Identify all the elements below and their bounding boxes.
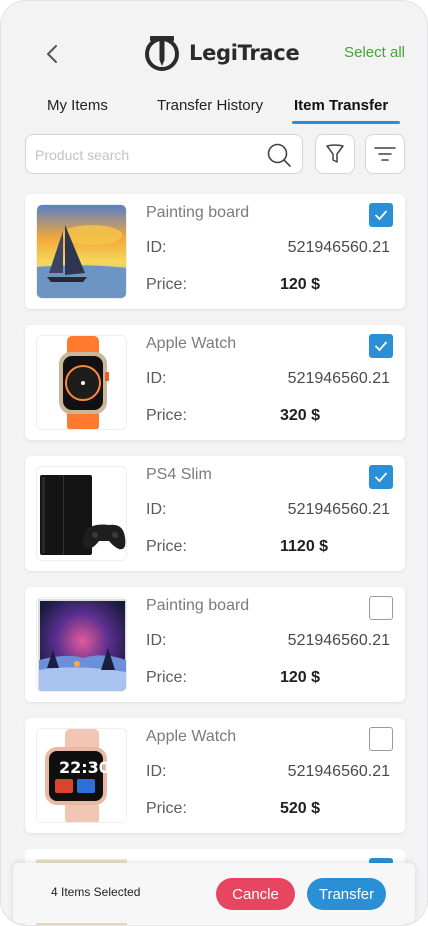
selected-count: 4 Items Selected (51, 885, 141, 899)
transfer-button[interactable]: Transfer (307, 878, 386, 910)
filter-funnel-icon (326, 144, 344, 163)
filter-button[interactable] (315, 134, 355, 174)
item-price: 520 $ (280, 800, 321, 817)
checkmark-icon (374, 341, 388, 352)
item-card[interactable]: Painting board ID: 521946560.21 Price: 1… (25, 194, 405, 309)
tab-bar: My Items Transfer History Item Transfer (1, 97, 427, 125)
item-id: 521946560.21 (287, 370, 390, 387)
selection-bar: 4 Items Selected Cancle Transfer (13, 863, 415, 923)
item-name: PS4 Slim (146, 466, 212, 483)
price-label: Price: (146, 669, 187, 686)
header: LegiTrace Select all (1, 1, 427, 91)
back-button[interactable] (39, 39, 65, 69)
price-label: Price: (146, 800, 187, 817)
item-card[interactable]: Painting board ID: 521946560.21 Price: 1… (25, 587, 405, 702)
item-checkbox[interactable] (369, 334, 393, 358)
item-image-sailboat-painting (36, 204, 127, 299)
search-icon[interactable] (266, 142, 292, 168)
item-name: Apple Watch (146, 335, 237, 352)
item-id: 521946560.21 (287, 763, 390, 780)
item-price: 320 $ (280, 407, 321, 424)
id-label: ID: (146, 239, 167, 256)
search-input[interactable] (35, 144, 255, 166)
price-label: Price: (146, 407, 187, 424)
item-id: 521946560.21 (287, 239, 390, 256)
item-name: Painting board (146, 204, 250, 221)
brand-name: LegiTrace (189, 41, 300, 65)
price-label: Price: (146, 276, 187, 293)
tab-transfer-history[interactable]: Transfer History (157, 97, 263, 114)
brand-logo: LegiTrace (142, 32, 300, 74)
id-label: ID: (146, 763, 167, 780)
tab-item-transfer[interactable]: Item Transfer (294, 97, 388, 114)
tab-my-items[interactable]: My Items (47, 97, 108, 114)
item-checkbox[interactable] (369, 727, 393, 751)
item-card[interactable]: 22:30 Apple Watch ID: 521946560.21 Price… (25, 718, 405, 833)
select-all-button[interactable]: Select all (344, 44, 405, 61)
item-card[interactable]: PS4 Slim ID: 521946560.21 Price: 1120 $ (25, 456, 405, 571)
item-card[interactable]: Apple Watch ID: 521946560.21 Price: 320 … (25, 325, 405, 440)
sort-lines-icon (374, 147, 396, 161)
item-price: 120 $ (280, 276, 321, 293)
item-price: 120 $ (280, 669, 321, 686)
sort-button[interactable] (365, 134, 405, 174)
item-image-night-sky-painting (36, 597, 127, 692)
cancel-button[interactable]: Cancle (216, 878, 295, 910)
checkmark-icon (374, 210, 388, 221)
id-label: ID: (146, 370, 167, 387)
item-checkbox[interactable] (369, 203, 393, 227)
active-tab-indicator (292, 121, 400, 124)
item-id: 521946560.21 (287, 632, 390, 649)
item-checkbox[interactable] (369, 465, 393, 489)
item-image-ps4-console (36, 466, 127, 561)
item-name: Apple Watch (146, 728, 237, 745)
item-image-orange-apple-watch (36, 335, 127, 430)
logo-mark-icon (145, 36, 179, 71)
item-id: 521946560.21 (287, 501, 390, 518)
item-price: 1120 $ (280, 538, 329, 555)
svg-text:22:30: 22:30 (59, 758, 110, 777)
item-image-pink-smart-watch: 22:30 (36, 728, 127, 823)
id-label: ID: (146, 632, 167, 649)
app-screen: LegiTrace Select all My Items Transfer H… (0, 0, 428, 926)
price-label: Price: (146, 538, 187, 555)
chevron-left-icon (47, 45, 57, 63)
item-name: Painting board (146, 597, 250, 614)
checkmark-icon (374, 472, 388, 483)
item-checkbox[interactable] (369, 596, 393, 620)
search-box (25, 134, 303, 174)
id-label: ID: (146, 501, 167, 518)
